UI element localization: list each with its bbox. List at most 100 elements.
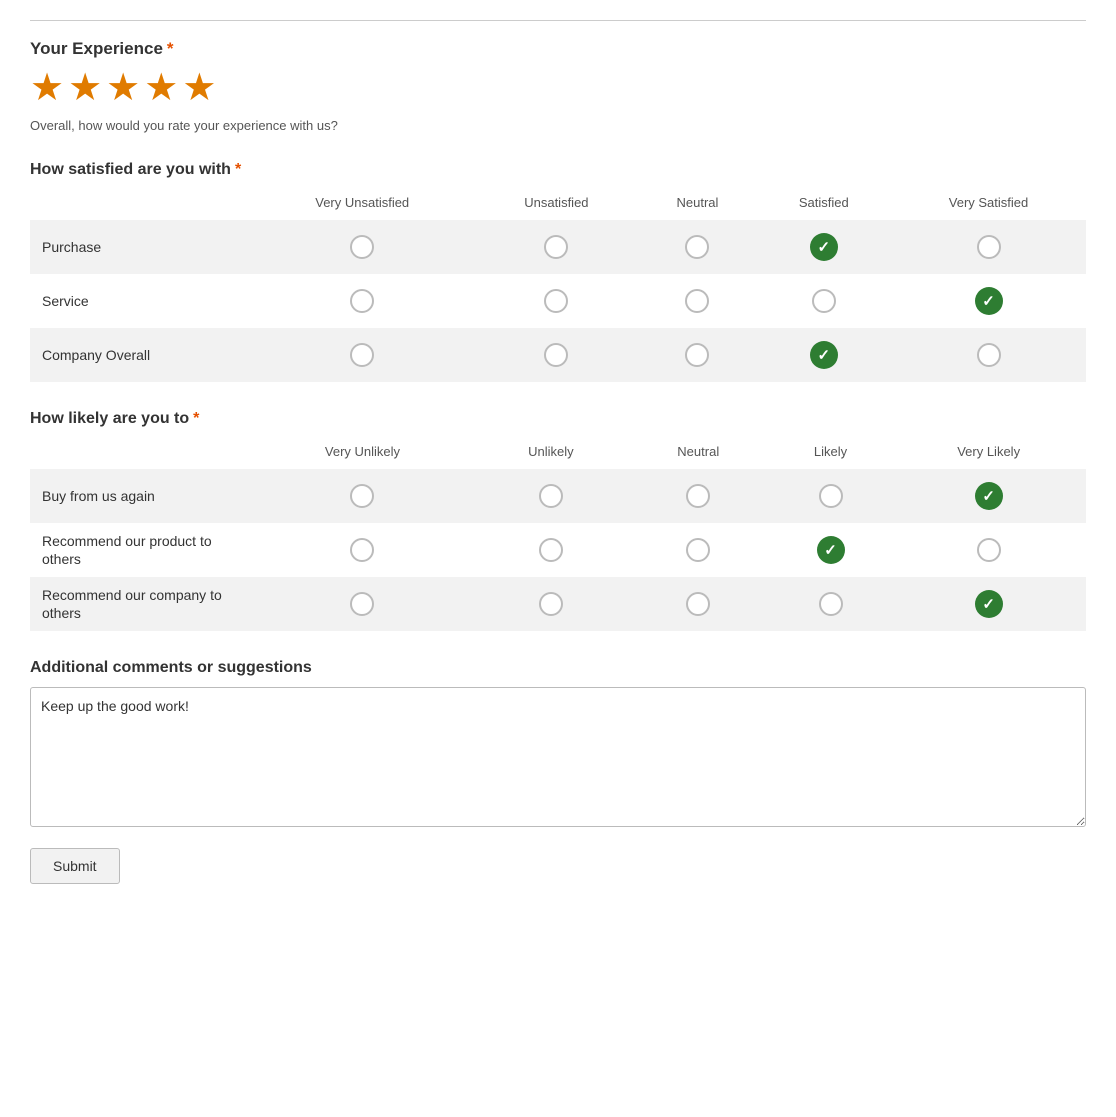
satisfaction-required: * [235,161,241,178]
likelihood-row-1: Recommend our product to others [30,523,1086,577]
satisfaction-row-0: Purchase [30,220,1086,274]
radio-unselected-icon[interactable] [977,343,1001,367]
satisfaction-section: How satisfied are you with* Very Unsatis… [30,161,1086,382]
likelihood-header-row: Very Unlikely Unlikely Neutral Likely Ve… [30,438,1086,469]
satisfaction-cell-0-4[interactable] [891,220,1086,274]
star-2[interactable]: ★ [68,65,102,110]
submit-button[interactable]: Submit [30,848,120,884]
experience-title-text: Your Experience [30,39,163,58]
satisfaction-cell-0-0[interactable] [250,220,474,274]
satisfaction-cell-1-0[interactable] [250,274,474,328]
radio-unselected-icon[interactable] [819,484,843,508]
radio-selected-icon[interactable] [975,590,1003,618]
star-5[interactable]: ★ [182,65,216,110]
likelihood-section: How likely are you to* Very Unlikely Unl… [30,410,1086,631]
satisfaction-row-label-2: Company Overall [30,328,250,382]
satisfaction-cell-2-4[interactable] [891,328,1086,382]
likelihood-cell-1-3[interactable] [770,523,892,577]
radio-unselected-icon[interactable] [685,289,709,313]
radio-unselected-icon[interactable] [539,538,563,562]
star-4[interactable]: ★ [144,65,178,110]
satisfaction-cell-2-1[interactable] [474,328,638,382]
satisfaction-cell-1-2[interactable] [638,274,756,328]
likelihood-cell-0-0[interactable] [250,469,475,523]
star-3[interactable]: ★ [106,65,140,110]
radio-unselected-icon[interactable] [812,289,836,313]
satisfaction-cell-0-3[interactable] [757,220,891,274]
radio-unselected-icon[interactable] [350,343,374,367]
experience-section: Your Experience* ★ ★ ★ ★ ★ Overall, how … [30,39,1086,133]
radio-unselected-icon[interactable] [539,592,563,616]
satisfaction-row-label-0: Purchase [30,220,250,274]
radio-unselected-icon[interactable] [544,289,568,313]
satisfaction-header-row: Very Unsatisfied Unsatisfied Neutral Sat… [30,189,1086,220]
radio-unselected-icon[interactable] [544,235,568,259]
radio-unselected-icon[interactable] [350,538,374,562]
radio-unselected-icon[interactable] [539,484,563,508]
likelihood-cell-2-4[interactable] [891,577,1086,631]
likelihood-cell-2-1[interactable] [475,577,627,631]
satisfaction-col-0: Very Unsatisfied [250,189,474,220]
satisfaction-cell-2-2[interactable] [638,328,756,382]
satisfaction-cell-1-4[interactable] [891,274,1086,328]
radio-unselected-icon[interactable] [685,235,709,259]
satisfaction-cell-0-2[interactable] [638,220,756,274]
satisfaction-table: Very Unsatisfied Unsatisfied Neutral Sat… [30,189,1086,382]
likelihood-title: How likely are you to* [30,410,1086,428]
likelihood-cell-0-4[interactable] [891,469,1086,523]
satisfaction-row-label-1: Service [30,274,250,328]
satisfaction-cell-1-3[interactable] [757,274,891,328]
likelihood-cell-2-2[interactable] [627,577,770,631]
radio-unselected-icon[interactable] [685,343,709,367]
satisfaction-col-label [30,189,250,220]
likelihood-col-3: Likely [770,438,892,469]
likelihood-cell-1-2[interactable] [627,523,770,577]
star-rating[interactable]: ★ ★ ★ ★ ★ [30,65,1086,110]
radio-unselected-icon[interactable] [686,484,710,508]
likelihood-row-label-2: Recommend our company to others [30,577,250,631]
experience-required: * [167,39,174,58]
likelihood-cell-1-4[interactable] [891,523,1086,577]
likelihood-cell-2-0[interactable] [250,577,475,631]
likelihood-cell-2-3[interactable] [770,577,892,631]
radio-unselected-icon[interactable] [350,235,374,259]
overall-label: Overall, how would you rate your experie… [30,118,1086,133]
likelihood-cell-1-1[interactable] [475,523,627,577]
satisfaction-cell-0-1[interactable] [474,220,638,274]
likelihood-col-0: Very Unlikely [250,438,475,469]
satisfaction-cell-1-1[interactable] [474,274,638,328]
likelihood-table: Very Unlikely Unlikely Neutral Likely Ve… [30,438,1086,631]
radio-unselected-icon[interactable] [544,343,568,367]
radio-unselected-icon[interactable] [350,484,374,508]
likelihood-cell-0-3[interactable] [770,469,892,523]
radio-unselected-icon[interactable] [819,592,843,616]
comments-section: Additional comments or suggestions [30,659,1086,830]
radio-unselected-icon[interactable] [686,592,710,616]
satisfaction-col-3: Satisfied [757,189,891,220]
satisfaction-cell-2-0[interactable] [250,328,474,382]
experience-title: Your Experience* [30,39,1086,59]
comments-textarea[interactable] [30,687,1086,827]
likelihood-row-0: Buy from us again [30,469,1086,523]
radio-unselected-icon[interactable] [350,289,374,313]
radio-selected-icon[interactable] [810,341,838,369]
satisfaction-cell-2-3[interactable] [757,328,891,382]
radio-unselected-icon[interactable] [977,538,1001,562]
satisfaction-row-2: Company Overall [30,328,1086,382]
satisfaction-col-1: Unsatisfied [474,189,638,220]
star-1[interactable]: ★ [30,65,64,110]
radio-selected-icon[interactable] [817,536,845,564]
radio-unselected-icon[interactable] [686,538,710,562]
top-divider [30,20,1086,21]
radio-unselected-icon[interactable] [977,235,1001,259]
radio-selected-icon[interactable] [810,233,838,261]
likelihood-title-text: How likely are you to [30,410,189,427]
likelihood-cell-0-2[interactable] [627,469,770,523]
radio-unselected-icon[interactable] [350,592,374,616]
radio-selected-icon[interactable] [975,287,1003,315]
satisfaction-title: How satisfied are you with* [30,161,1086,179]
likelihood-cell-1-0[interactable] [250,523,475,577]
radio-selected-icon[interactable] [975,482,1003,510]
likelihood-row-label-0: Buy from us again [30,469,250,523]
likelihood-cell-0-1[interactable] [475,469,627,523]
